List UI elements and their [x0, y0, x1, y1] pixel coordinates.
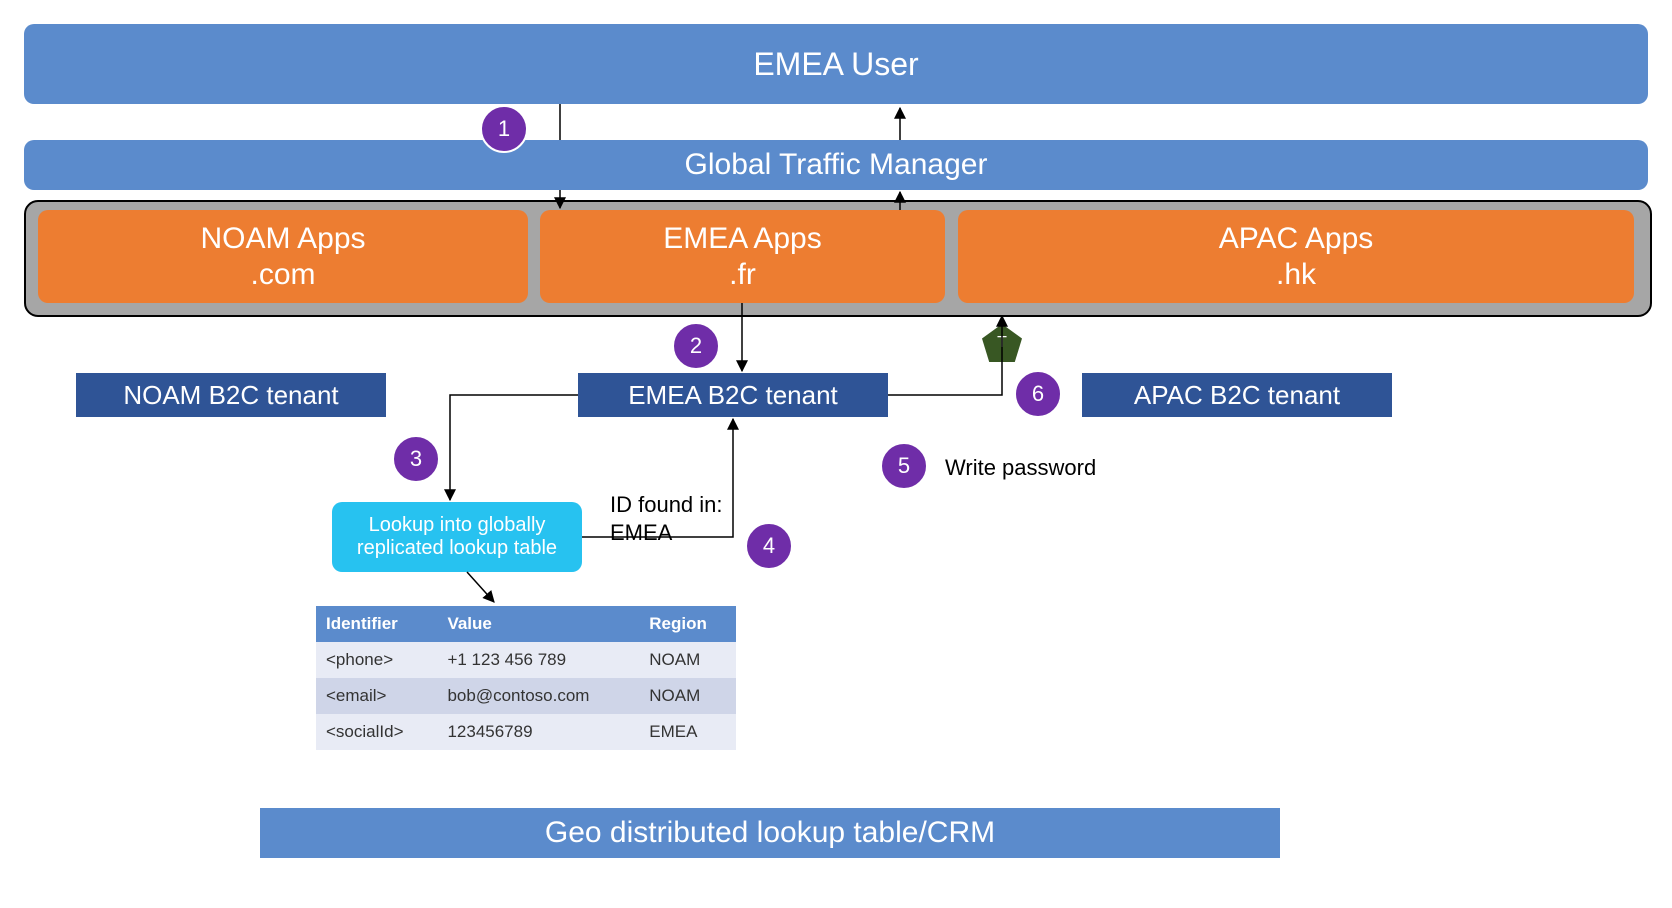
apac-apps-l2: .hk — [1276, 258, 1316, 291]
geo-lookup-bar: Geo distributed lookup table/CRM — [260, 808, 1280, 858]
table-row: <phone> +1 123 456 789 NOAM — [316, 642, 736, 678]
id-found-l1: ID found in: — [610, 492, 723, 517]
id-found-l2: EMEA — [610, 520, 672, 545]
cell: 123456789 — [437, 714, 639, 750]
global-traffic-manager: Global Traffic Manager — [24, 140, 1648, 190]
table-row: <email> bob@contoso.com NOAM — [316, 678, 736, 714]
write-password-label: Write password — [945, 455, 1096, 480]
apac-tenant-label: APAC B2C tenant — [1134, 380, 1340, 411]
geo-lookup-label: Geo distributed lookup table/CRM — [545, 816, 995, 850]
step-4-label: 4 — [763, 533, 775, 559]
token-label: T — [997, 334, 1007, 352]
emea-user-bar: EMEA User — [24, 24, 1648, 104]
emea-apps-l1: EMEA Apps — [663, 222, 821, 255]
noam-apps-l2: .com — [250, 258, 315, 291]
emea-apps-l2: .fr — [729, 258, 756, 291]
token-icon: T — [982, 324, 1022, 362]
cell: EMEA — [639, 714, 736, 750]
step-4: 4 — [745, 522, 793, 570]
step-2-label: 2 — [690, 333, 702, 359]
noam-apps-l1: NOAM Apps — [200, 222, 365, 255]
apac-apps-l1: APAC Apps — [1219, 222, 1374, 255]
apac-apps: APAC Apps.hk — [958, 210, 1634, 303]
cell: +1 123 456 789 — [437, 642, 639, 678]
cell: <socialId> — [316, 714, 437, 750]
step-6: 6 — [1014, 370, 1062, 418]
th-region: Region — [639, 606, 736, 642]
gtm-label: Global Traffic Manager — [685, 148, 988, 182]
cell: bob@contoso.com — [437, 678, 639, 714]
emea-user-label: EMEA User — [753, 46, 918, 83]
step-2: 2 — [672, 322, 720, 370]
noam-apps: NOAM Apps.com — [38, 210, 528, 303]
write-password-note: Write password — [945, 455, 1096, 481]
lookup-table: Identifier Value Region <phone> +1 123 4… — [316, 606, 736, 750]
noam-tenant: NOAM B2C tenant — [76, 373, 386, 417]
emea-tenant-label: EMEA B2C tenant — [628, 380, 838, 411]
step-1: 1 — [480, 105, 528, 153]
step-6-label: 6 — [1032, 381, 1044, 407]
emea-apps: EMEA Apps .fr — [540, 210, 945, 303]
cell: NOAM — [639, 678, 736, 714]
lookup-box-label: Lookup into globally replicated lookup t… — [342, 514, 572, 560]
cell: <email> — [316, 678, 437, 714]
id-found-note: ID found in: EMEA — [610, 491, 723, 546]
apac-tenant: APAC B2C tenant — [1082, 373, 1392, 417]
lookup-box: Lookup into globally replicated lookup t… — [332, 502, 582, 572]
th-identifier: Identifier — [316, 606, 437, 642]
step-1-label: 1 — [498, 116, 510, 142]
table-row: <socialId> 123456789 EMEA — [316, 714, 736, 750]
th-value: Value — [437, 606, 639, 642]
step-5: 5 — [880, 442, 928, 490]
cell: NOAM — [639, 642, 736, 678]
step-5-label: 5 — [898, 453, 910, 479]
emea-tenant: EMEA B2C tenant — [578, 373, 888, 417]
step-3: 3 — [392, 435, 440, 483]
step-3-label: 3 — [410, 446, 422, 472]
noam-tenant-label: NOAM B2C tenant — [123, 380, 338, 411]
connectors — [0, 0, 1672, 908]
table-header-row: Identifier Value Region — [316, 606, 736, 642]
cell: <phone> — [316, 642, 437, 678]
